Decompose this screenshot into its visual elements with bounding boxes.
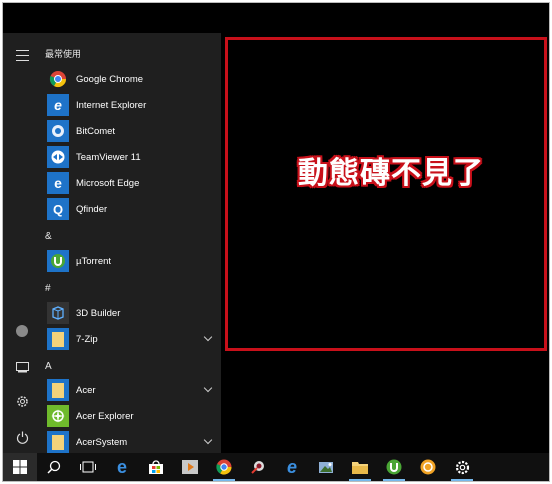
hamburger-icon [15, 49, 29, 61]
power-icon [16, 431, 28, 444]
settings-gear-icon [16, 395, 28, 407]
taskbar-settings[interactable] [445, 453, 479, 481]
taskbar-internet-explorer[interactable]: e [275, 453, 309, 481]
app-item-google-chrome[interactable]: Google Chrome [41, 67, 221, 91]
app-item-internet-explorer[interactable]: e Internet Explorer [41, 93, 221, 117]
bitcomet-icon [251, 461, 264, 474]
acer-explorer-icon [47, 405, 69, 427]
screen: 最常使用 Google Chrome e Internet Explorer B… [2, 2, 550, 482]
app-item-teamviewer[interactable]: TeamViewer 11 [41, 145, 221, 169]
folder-icon [47, 328, 69, 350]
app-list: 最常使用 Google Chrome e Internet Explorer B… [41, 33, 221, 455]
app-label: Acer [76, 384, 96, 396]
app-item-acer[interactable]: Acer [41, 378, 221, 402]
taskbar-media-player[interactable] [173, 453, 207, 481]
utorrent-icon [386, 459, 402, 475]
section-header-most-used: 最常使用 [45, 49, 82, 59]
windows-start-icon [13, 460, 27, 474]
user-avatar-icon [16, 325, 28, 337]
hamburger-menu-button[interactable] [3, 39, 41, 71]
settings-gear-icon [455, 460, 469, 474]
app-label: AcerSystem [76, 436, 128, 448]
media-player-icon [182, 460, 198, 474]
section-header-ampersand[interactable]: & [45, 231, 52, 242]
image-viewer-icon [319, 461, 333, 473]
power-button[interactable] [3, 421, 41, 453]
taskbar-file-explorer[interactable] [343, 453, 377, 481]
app-item-microsoft-edge[interactable]: e Microsoft Edge [41, 171, 221, 195]
file-explorer-icon [352, 461, 368, 474]
app-label: Microsoft Edge [76, 177, 140, 189]
task-view-button[interactable] [71, 453, 105, 481]
internet-explorer-icon: e [286, 456, 297, 477]
app-label: TeamViewer 11 [76, 151, 141, 163]
app-label: 3D Builder [76, 307, 121, 319]
app-label: BitComet [76, 125, 116, 137]
task-view-icon [80, 461, 96, 473]
chrome-icon [216, 459, 232, 475]
start-menu: 最常使用 Google Chrome e Internet Explorer B… [3, 33, 221, 455]
highlight-box: 動態磚不見了 [225, 37, 547, 351]
section-header-hash[interactable]: # [45, 283, 51, 294]
app-item-7-zip[interactable]: 7-Zip [41, 327, 221, 351]
app-item-utorrent[interactable]: µTorrent [41, 249, 221, 273]
app-label: Acer Explorer [76, 410, 134, 422]
chrome-icon [47, 68, 69, 90]
start-button[interactable] [3, 453, 37, 481]
taskbar-bitcomet[interactable] [241, 453, 275, 481]
internet-explorer-icon: e [47, 94, 69, 116]
folder-icon [47, 431, 69, 453]
taskbar-image-viewer[interactable] [309, 453, 343, 481]
app-label: Internet Explorer [76, 99, 147, 111]
user-account-button[interactable] [3, 315, 41, 347]
app-item-3d-builder[interactable]: 3D Builder [41, 301, 221, 325]
app-label: Google Chrome [76, 73, 144, 85]
app-label: Qfinder [76, 203, 108, 215]
app-item-acer-explorer[interactable]: Acer Explorer [41, 404, 221, 428]
qfinder-icon: Q [47, 198, 69, 220]
bitcomet-icon [47, 120, 69, 142]
chevron-down-icon[interactable] [203, 435, 213, 445]
taskbar-edge[interactable]: e [105, 453, 139, 481]
file-explorer-icon [15, 361, 29, 372]
chevron-down-icon[interactable] [203, 383, 213, 393]
qfinder-icon [420, 459, 436, 475]
taskbar: e e [3, 453, 549, 481]
edge-icon: e [47, 172, 69, 194]
app-label: µTorrent [76, 255, 112, 267]
app-item-qfinder[interactable]: Q Qfinder [41, 197, 221, 221]
section-header-a[interactable]: A [45, 361, 52, 372]
live-tile-area: 動態磚不見了 [221, 33, 549, 455]
settings-button[interactable] [3, 385, 41, 417]
start-menu-rail [3, 33, 41, 455]
taskbar-chrome[interactable] [207, 453, 241, 481]
folder-icon [47, 379, 69, 401]
edge-icon: e [116, 456, 127, 477]
annotation-text: 動態磚不見了 [298, 156, 484, 191]
chevron-down-icon[interactable] [203, 332, 213, 342]
teamviewer-icon [47, 146, 69, 168]
search-icon [47, 460, 61, 474]
app-label: 7-Zip [76, 333, 98, 345]
taskbar-utorrent[interactable] [377, 453, 411, 481]
app-item-acersystem[interactable]: AcerSystem [41, 430, 221, 454]
app-item-bitcomet[interactable]: BitComet [41, 119, 221, 143]
taskbar-store[interactable] [139, 453, 173, 481]
utorrent-icon [47, 250, 69, 272]
taskbar-qfinder[interactable] [411, 453, 445, 481]
file-explorer-button[interactable] [3, 351, 41, 383]
search-button[interactable] [37, 453, 71, 481]
3d-builder-icon [47, 302, 69, 324]
store-icon [149, 459, 163, 474]
